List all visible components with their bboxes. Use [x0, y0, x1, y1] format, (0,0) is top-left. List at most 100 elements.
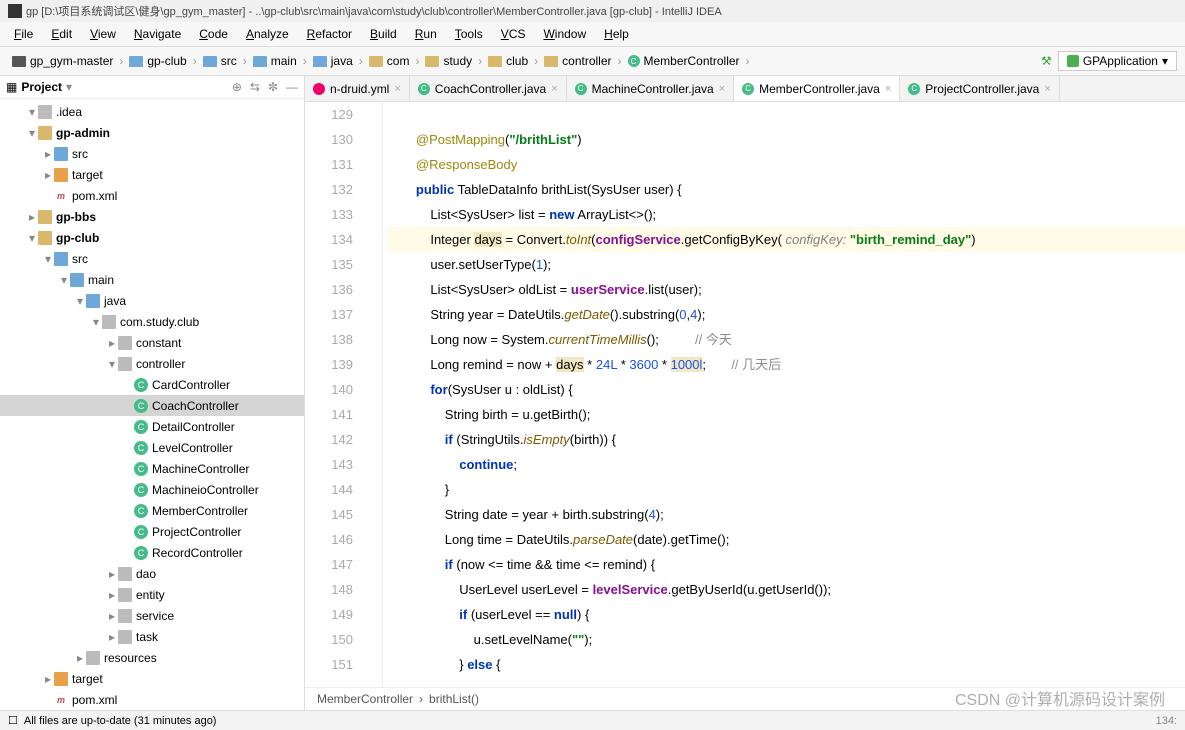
chevron-right-icon: › [303, 54, 307, 68]
status-bar: ☐ All files are up-to-date (31 minutes a… [0, 710, 1185, 730]
tree-node-pom-xml[interactable]: mpom.xml [0, 185, 304, 206]
chevron-right-icon: › [359, 54, 363, 68]
tree-node-RecordController[interactable]: CRecordController [0, 542, 304, 563]
chevron-right-icon: › [415, 54, 419, 68]
collapse-icon[interactable]: ⇆ [250, 80, 260, 94]
menu-run[interactable]: Run [407, 24, 445, 44]
tree-node-target[interactable]: ▸target [0, 668, 304, 689]
chevron-down-icon[interactable]: ▾ [66, 80, 72, 94]
menu-code[interactable]: Code [191, 24, 236, 44]
menu-help[interactable]: Help [596, 24, 637, 44]
tab-MemberController[interactable]: CMemberController.java× [734, 76, 900, 101]
breadcrumb-item[interactable]: gp-club [125, 52, 190, 70]
menu-tools[interactable]: Tools [447, 24, 491, 44]
project-tree[interactable]: ▾.idea▾gp-admin▸src▸targetmpom.xml▸gp-bb… [0, 99, 304, 710]
chevron-right-icon: › [746, 54, 750, 68]
build-icon[interactable]: ⚒ [1041, 54, 1052, 68]
tree-node-entity[interactable]: ▸entity [0, 584, 304, 605]
menu-window[interactable]: Window [535, 24, 594, 44]
breadcrumb-item[interactable]: gp_gym-master [8, 52, 117, 70]
status-text: All files are up-to-date (31 minutes ago… [24, 715, 217, 727]
spring-icon [1067, 55, 1079, 67]
run-config-selector[interactable]: GPApplication ▾ [1058, 51, 1177, 71]
chevron-right-icon: › [243, 54, 247, 68]
breadcrumb-item[interactable]: controller [540, 52, 615, 70]
menu-refactor[interactable]: Refactor [299, 24, 360, 44]
tree-node-service[interactable]: ▸service [0, 605, 304, 626]
editor-breadcrumb[interactable]: MemberController › brithList() [305, 687, 1185, 710]
tree-node-target[interactable]: ▸target [0, 164, 304, 185]
nav-bar: gp_gym-master›gp-club›src›main›java›com›… [0, 47, 1185, 76]
close-icon[interactable]: × [1044, 83, 1050, 95]
editor-tabs: n-druid.yml×CCoachController.java×CMachi… [305, 76, 1185, 102]
tree-node-MemberController[interactable]: CMemberController [0, 500, 304, 521]
tree-node-gp-admin[interactable]: ▾gp-admin [0, 122, 304, 143]
tree-node-java[interactable]: ▾java [0, 290, 304, 311]
tree-node-CoachController[interactable]: CCoachController [0, 395, 304, 416]
breadcrumb-item[interactable]: study [421, 52, 476, 70]
crumb-method[interactable]: brithList() [429, 692, 479, 706]
close-icon[interactable]: × [394, 83, 400, 95]
tree-node-MachineController[interactable]: CMachineController [0, 458, 304, 479]
tree-node-DetailController[interactable]: CDetailController [0, 416, 304, 437]
project-sidebar: ▦ Project ▾ ⊕ ⇆ ✼ — ▾.idea▾gp-admin▸src▸… [0, 76, 305, 710]
line-gutter: 1291301311321331341351361371381391401411… [305, 102, 365, 687]
tab-n-druid[interactable]: n-druid.yml× [305, 76, 410, 101]
gear-icon[interactable]: ✼ [268, 80, 278, 94]
chevron-right-icon: › [478, 54, 482, 68]
tree-node-src[interactable]: ▾src [0, 248, 304, 269]
breadcrumb-item[interactable]: club [484, 52, 532, 70]
tree-node-controller[interactable]: ▾controller [0, 353, 304, 374]
tree-node--idea[interactable]: ▾.idea [0, 101, 304, 122]
title-bar: gp [D:\项目系统调试区\健身\gp_gym_master] - ..\gp… [0, 0, 1185, 22]
tree-node-src[interactable]: ▸src [0, 143, 304, 164]
sidebar-title: Project [21, 80, 62, 94]
tree-node-resources[interactable]: ▸resources [0, 647, 304, 668]
project-tool-icon[interactable]: ▦ [6, 80, 17, 94]
crumb-class[interactable]: MemberController [317, 692, 413, 706]
run-config-label: GPApplication [1083, 54, 1158, 68]
tree-node-pom-xml[interactable]: mpom.xml [0, 689, 304, 710]
hide-icon[interactable]: — [286, 80, 298, 94]
chevron-right-icon: › [193, 54, 197, 68]
tree-node-gp-club[interactable]: ▾gp-club [0, 227, 304, 248]
fold-column[interactable] [365, 102, 383, 687]
tree-node-dao[interactable]: ▸dao [0, 563, 304, 584]
target-icon[interactable]: ⊕ [232, 80, 242, 94]
close-icon[interactable]: × [719, 83, 725, 95]
breadcrumb-item[interactable]: com [365, 52, 414, 70]
tree-node-task[interactable]: ▸task [0, 626, 304, 647]
tree-node-ProjectController[interactable]: CProjectController [0, 521, 304, 542]
tab-CoachController[interactable]: CCoachController.java× [410, 76, 567, 101]
menu-edit[interactable]: Edit [43, 24, 80, 44]
window-title: gp [D:\项目系统调试区\健身\gp_gym_master] - ..\gp… [26, 3, 722, 19]
code-content[interactable]: @PostMapping("/brithList") @ResponseBody… [383, 102, 1185, 687]
chevron-down-icon: ▾ [1162, 54, 1168, 68]
menu-file[interactable]: File [6, 24, 41, 44]
close-icon[interactable]: × [551, 83, 557, 95]
chevron-right-icon: › [618, 54, 622, 68]
tab-ProjectController[interactable]: CProjectController.java× [900, 76, 1060, 101]
menu-build[interactable]: Build [362, 24, 405, 44]
breadcrumb-item[interactable]: CMemberController [624, 52, 744, 70]
close-icon[interactable]: × [885, 83, 891, 95]
menu-vcs[interactable]: VCS [493, 24, 534, 44]
vcs-status-icon[interactable]: ☐ [8, 714, 18, 727]
tree-node-CardController[interactable]: CCardController [0, 374, 304, 395]
breadcrumb-item[interactable]: main [249, 52, 301, 70]
tree-node-main[interactable]: ▾main [0, 269, 304, 290]
app-icon [8, 4, 22, 18]
tree-node-MachineioController[interactable]: CMachineioController [0, 479, 304, 500]
tree-node-constant[interactable]: ▸constant [0, 332, 304, 353]
menu-analyze[interactable]: Analyze [238, 24, 297, 44]
tree-node-LevelController[interactable]: CLevelController [0, 437, 304, 458]
chevron-right-icon: › [534, 54, 538, 68]
tree-node-gp-bbs[interactable]: ▸gp-bbs [0, 206, 304, 227]
code-editor[interactable]: 1291301311321331341351361371381391401411… [305, 102, 1185, 687]
menu-view[interactable]: View [82, 24, 124, 44]
tree-node-com-study-club[interactable]: ▾com.study.club [0, 311, 304, 332]
tab-MachineController[interactable]: CMachineController.java× [567, 76, 735, 101]
breadcrumb-item[interactable]: java [309, 52, 357, 70]
menu-navigate[interactable]: Navigate [126, 24, 189, 44]
breadcrumb-item[interactable]: src [199, 52, 241, 70]
